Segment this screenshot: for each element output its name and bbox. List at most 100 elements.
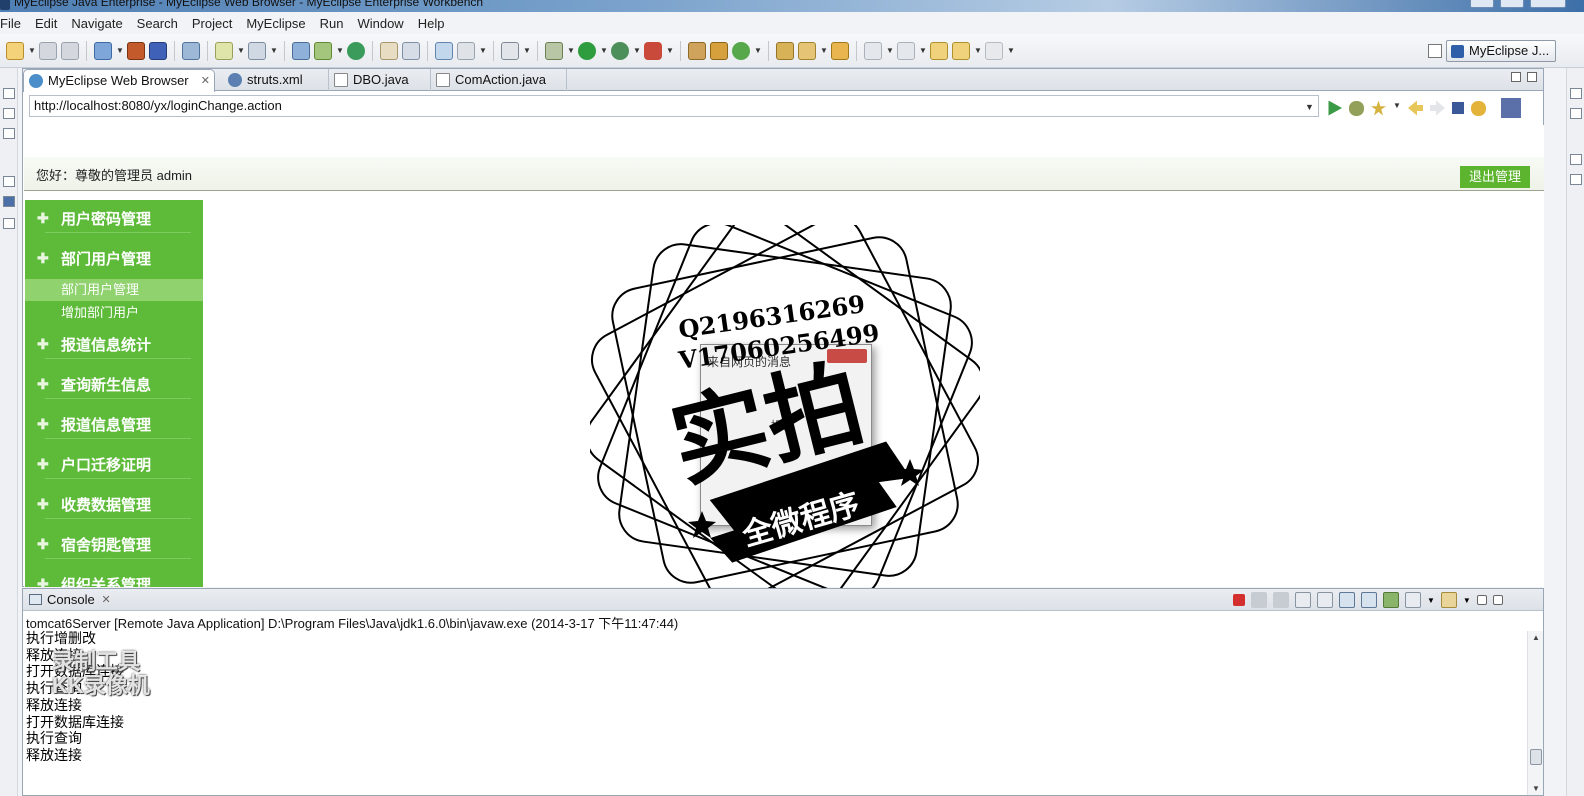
new-web-icon[interactable] — [732, 42, 750, 60]
stop-icon[interactable] — [1452, 102, 1464, 114]
show-stdout-icon[interactable] — [1339, 592, 1355, 608]
tab-struts-xml[interactable]: struts.xml — [223, 69, 329, 91]
new-web-dropdown-icon[interactable]: ▼ — [754, 42, 762, 60]
screenshot-icon[interactable] — [501, 42, 519, 60]
run-dropdown-icon[interactable]: ▼ — [600, 42, 608, 60]
forward-dropdown-icon[interactable]: ▼ — [1007, 42, 1015, 60]
go-icon[interactable] — [1328, 100, 1342, 116]
run-icon[interactable] — [578, 42, 596, 60]
browser-tool-icon[interactable] — [1501, 98, 1521, 118]
favorites-dropdown-icon[interactable]: ▼ — [1393, 101, 1401, 116]
menu-run[interactable]: Run — [313, 16, 351, 31]
menu-project[interactable]: Project — [185, 16, 239, 31]
display-console-dropdown-icon[interactable]: ▼ — [1427, 596, 1435, 605]
open-console-icon[interactable] — [1440, 592, 1457, 608]
perspective-switcher[interactable]: MyEclipse J... — [1446, 40, 1556, 62]
favorites-icon[interactable] — [1371, 100, 1386, 116]
forward-page-icon[interactable] — [1430, 100, 1445, 116]
menu-navigate[interactable]: Navigate — [64, 16, 129, 31]
hierarchy-view-icon[interactable] — [3, 128, 15, 139]
folder-icon[interactable] — [831, 42, 849, 60]
restore-right-icon-2[interactable] — [1570, 154, 1582, 165]
debug-dropdown-icon[interactable]: ▼ — [567, 42, 575, 60]
debug-page-icon[interactable] — [1349, 100, 1364, 116]
menu-file[interactable]: File — [0, 16, 28, 31]
tab-console[interactable]: Console ✕ — [25, 589, 117, 611]
external-tools-icon[interactable] — [644, 42, 662, 60]
last-edit-icon[interactable] — [930, 42, 948, 60]
close-window-button[interactable] — [1530, 0, 1566, 8]
url-input[interactable]: http://localhost:8080/yx/loginChange.act… — [29, 95, 1319, 117]
display-console-icon[interactable] — [1405, 592, 1421, 608]
snippets-icon[interactable] — [3, 218, 15, 229]
restore-icon[interactable] — [3, 88, 15, 99]
open-console-dropdown-icon[interactable]: ▼ — [1463, 596, 1471, 605]
prev-annotation-dropdown-icon[interactable]: ▼ — [919, 42, 927, 60]
maximize-console-icon[interactable] — [1492, 595, 1503, 605]
open-folder-icon[interactable] — [776, 42, 794, 60]
menu-help[interactable]: Help — [411, 16, 452, 31]
back-page-icon[interactable] — [1408, 100, 1423, 116]
wizard-icon[interactable] — [215, 42, 233, 60]
scroll-thumb[interactable] — [1530, 749, 1542, 765]
maximize-button[interactable] — [1500, 0, 1524, 8]
new-icon[interactable] — [6, 42, 24, 60]
sidebar-item-query-students[interactable]: ✚ 查询新生信息 — [25, 366, 203, 406]
screenshot-dropdown-icon[interactable]: ▼ — [523, 42, 531, 60]
sidebar-item-report-stats[interactable]: ✚ 报道信息统计 — [25, 326, 203, 366]
open-perspective-icon[interactable] — [1428, 44, 1442, 58]
minimize-console-icon[interactable] — [1476, 595, 1487, 605]
package-icon[interactable] — [149, 42, 167, 60]
new-class-icon[interactable] — [688, 42, 706, 60]
sidebar-item-dept-users[interactable]: ✚ 部门用户管理 — [25, 240, 203, 280]
new-dropdown-icon[interactable]: ▼ — [28, 42, 36, 60]
scroll-up-icon[interactable]: ▲ — [1532, 633, 1540, 642]
menu-search[interactable]: Search — [130, 16, 185, 31]
dialog-close-button[interactable] — [827, 349, 867, 363]
restore-icon-2[interactable] — [3, 176, 15, 187]
refresh-icon[interactable] — [1471, 100, 1486, 116]
browser-icon[interactable] — [182, 42, 200, 60]
clear-console-icon[interactable] — [1295, 592, 1311, 608]
hierarchy-icon[interactable] — [435, 42, 453, 60]
properties-icon[interactable] — [1570, 174, 1582, 185]
close-icon[interactable]: ✕ — [101, 589, 110, 611]
run-server-icon[interactable] — [292, 42, 310, 60]
tab-web-browser[interactable]: MyEclipse Web Browser ✕ — [23, 69, 215, 92]
menu-myeclipse[interactable]: MyEclipse — [239, 16, 312, 31]
external-tools-dropdown-icon[interactable]: ▼ — [666, 42, 674, 60]
pencil-icon[interactable] — [798, 42, 816, 60]
menu-edit[interactable]: Edit — [28, 16, 64, 31]
run-external-dropdown-icon[interactable]: ▼ — [633, 42, 641, 60]
sidebar-item-dorm-keys[interactable]: ✚ 宿舍钥匙管理 — [25, 526, 203, 566]
run-external-icon[interactable] — [611, 42, 629, 60]
globe-icon[interactable] — [347, 42, 365, 60]
open-type-icon[interactable] — [380, 42, 398, 60]
remove-launch-icon[interactable] — [1251, 592, 1267, 608]
debug-icon[interactable] — [545, 42, 563, 60]
url-dropdown-icon[interactable]: ▼ — [1305, 102, 1314, 112]
sidebar-item-report-manage[interactable]: ✚ 报道信息管理 — [25, 406, 203, 446]
scroll-lock-icon[interactable] — [1317, 592, 1333, 608]
sidebar-item-residence-transfer[interactable]: ✚ 户口迁移证明 — [25, 446, 203, 486]
remove-all-icon[interactable] — [1273, 592, 1289, 608]
find-dropdown-icon[interactable]: ▼ — [270, 42, 278, 60]
minimize-editor-icon[interactable] — [1511, 72, 1521, 82]
tab-comaction-java[interactable]: ComAction.java — [431, 69, 567, 91]
close-icon[interactable]: ✕ — [201, 70, 210, 92]
new-package-icon[interactable] — [710, 42, 728, 60]
menu-window[interactable]: Window — [350, 16, 410, 31]
open-resource-icon[interactable] — [402, 42, 420, 60]
find-icon[interactable] — [248, 42, 266, 60]
sidebar-subitem-dept-users[interactable]: 部门用户管理 — [25, 279, 203, 301]
save-icon[interactable] — [39, 42, 57, 60]
back-icon[interactable] — [952, 42, 970, 60]
forward-icon[interactable] — [985, 42, 1003, 60]
terminate-icon[interactable] — [1233, 594, 1245, 606]
pencil-dropdown-icon[interactable]: ▼ — [820, 42, 828, 60]
publish-icon[interactable] — [314, 42, 332, 60]
maximize-editor-icon[interactable] — [1527, 72, 1537, 82]
task-dropdown-icon[interactable]: ▼ — [479, 42, 487, 60]
sidebar-item-user-password[interactable]: ✚ 用户密码管理 — [25, 200, 203, 240]
restore-right-icon[interactable] — [1570, 88, 1582, 99]
